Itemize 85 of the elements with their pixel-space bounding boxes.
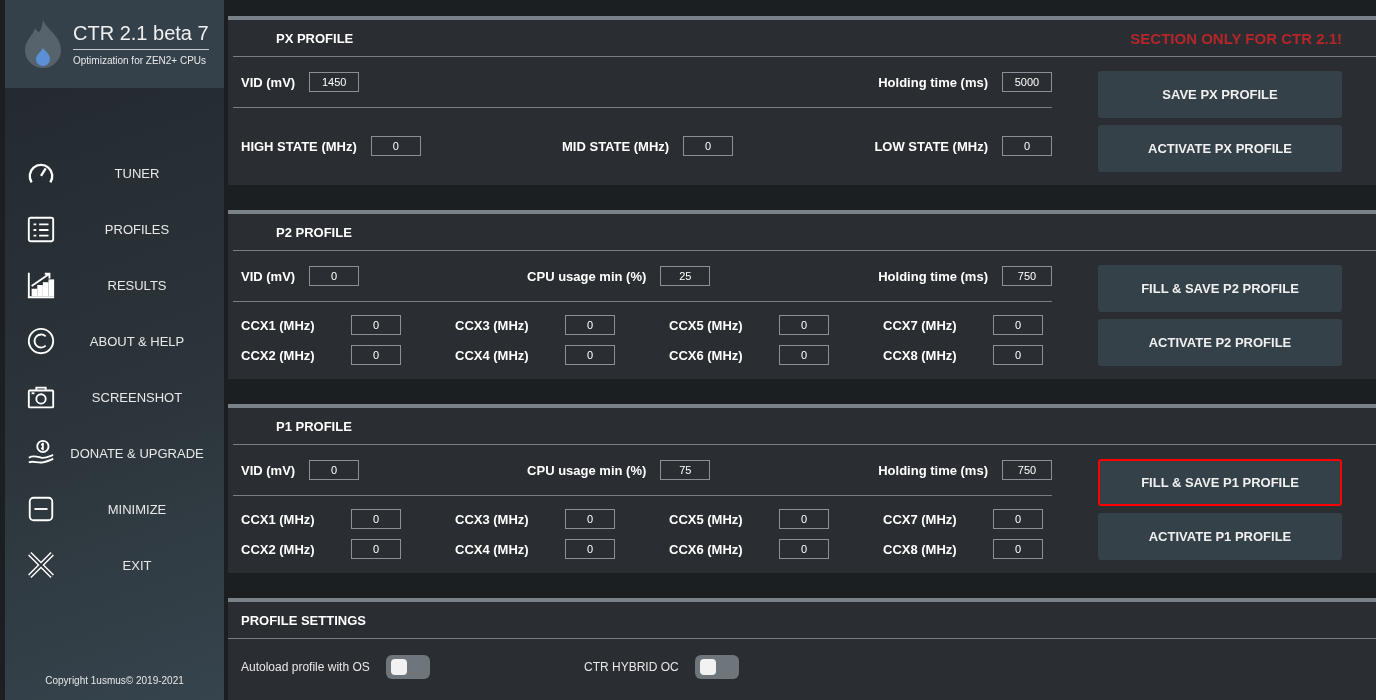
input-field[interactable]: 0 [351, 539, 401, 559]
field-label: VID (mV) [241, 74, 296, 90]
panel-title: PROFILE SETTINGS [241, 612, 366, 628]
input-field[interactable]: 0 [565, 345, 615, 365]
close-icon [26, 550, 56, 580]
panel-title: P1 PROFILE [276, 418, 352, 434]
toggle-switch[interactable] [385, 655, 430, 679]
app-subtitle: Optimization for ZEN2+ CPUs [73, 55, 208, 66]
input-field[interactable]: 0 [351, 509, 401, 529]
field-label: CPU usage min (%) [527, 268, 647, 284]
input-field[interactable]: 0 [993, 509, 1043, 529]
field-label: CPU usage min (%) [527, 462, 647, 478]
input-field[interactable]: 0 [370, 136, 421, 156]
field-label: CCX8 (MHz) [883, 541, 957, 557]
input-field[interactable]: 0 [779, 539, 829, 559]
bar-chart-icon [26, 270, 56, 300]
input-field[interactable]: 0 [683, 136, 734, 156]
sidebar-item[interactable]: DONATE & UPGRADE [5, 425, 224, 481]
input-field[interactable]: 0 [309, 266, 360, 286]
toggle-switch[interactable] [694, 655, 739, 679]
list-icon [26, 214, 56, 244]
input-field[interactable]: 0 [993, 345, 1043, 365]
field-label: MID STATE (MHz) [562, 138, 670, 154]
input-field[interactable]: 750 [1002, 460, 1052, 480]
field-label: VID (mV) [241, 268, 296, 284]
profile-button[interactable]: ACTIVATE PX PROFILE [1098, 125, 1342, 172]
sidebar-item[interactable]: PROFILES [5, 201, 224, 257]
field-label: CCX1 (MHz) [241, 511, 315, 527]
field-label: Holding time (ms) [878, 462, 988, 478]
input-field[interactable]: 0 [993, 315, 1043, 335]
field-label: CCX5 (MHz) [669, 511, 743, 527]
input-field[interactable]: 0 [351, 345, 401, 365]
sidebar-item[interactable]: RESULTS [5, 257, 224, 313]
copyright-icon [26, 326, 56, 356]
input-field[interactable]: 0 [565, 509, 615, 529]
field-label: CCX2 (MHz) [241, 541, 315, 557]
profile-button[interactable]: FILL & SAVE P1 PROFILE [1098, 459, 1342, 506]
input-field[interactable]: 0 [779, 345, 829, 365]
input-field[interactable]: 750 [1002, 266, 1052, 286]
field-label: CCX4 (MHz) [455, 347, 529, 363]
sidebar-item[interactable]: TUNER [5, 145, 224, 201]
profile-button[interactable]: SAVE PX PROFILE [1098, 71, 1342, 118]
panel-title: PX PROFILE [276, 30, 354, 46]
field-label: HIGH STATE (MHz) [241, 138, 357, 154]
input-field[interactable]: 0 [309, 460, 360, 480]
field-label: Holding time (ms) [878, 74, 988, 90]
field-label: CCX1 (MHz) [241, 317, 315, 333]
profile-button[interactable]: FILL & SAVE P2 PROFILE [1098, 265, 1342, 312]
input-field[interactable]: 75 [660, 460, 711, 480]
profile-button[interactable]: ACTIVATE P2 PROFILE [1098, 319, 1342, 366]
toggle-label: Autoload profile with OS [241, 660, 370, 674]
field-label: VID (mV) [241, 462, 296, 478]
field-label: CCX3 (MHz) [455, 317, 529, 333]
field-label: CCX7 (MHz) [883, 317, 957, 333]
field-label: CCX6 (MHz) [669, 541, 743, 557]
field-label: CCX3 (MHz) [455, 511, 529, 527]
sidebar-item[interactable]: MINIMIZE [5, 481, 224, 537]
field-label: CCX6 (MHz) [669, 347, 743, 363]
input-field[interactable]: 0 [565, 539, 615, 559]
input-field[interactable]: 5000 [1002, 72, 1052, 92]
input-field[interactable]: 1450 [309, 72, 360, 92]
panel-title: P2 PROFILE [276, 224, 352, 240]
sidebar-item[interactable]: EXIT [5, 537, 224, 593]
field-label: CCX4 (MHz) [455, 541, 529, 557]
field-label: CCX8 (MHz) [883, 347, 957, 363]
copyright-text: Copyright 1usmus© 2019-2021 [44, 675, 185, 686]
sidebar-item[interactable]: ABOUT & HELP [5, 313, 224, 369]
input-field[interactable]: 0 [779, 315, 829, 335]
input-field[interactable]: 0 [1002, 136, 1052, 156]
toggle-label: CTR HYBRID OC [584, 660, 679, 674]
input-field[interactable]: 0 [565, 315, 615, 335]
input-field[interactable]: 0 [779, 509, 829, 529]
minimize-icon [26, 494, 56, 524]
field-label: CCX7 (MHz) [883, 511, 957, 527]
field-label: Holding time (ms) [878, 268, 988, 284]
profile-button[interactable]: ACTIVATE P1 PROFILE [1098, 513, 1342, 560]
input-field[interactable]: 0 [351, 315, 401, 335]
warning-text: SECTION ONLY FOR CTR 2.1! [1130, 29, 1342, 47]
sidebar-item[interactable]: SCREENSHOT [5, 369, 224, 425]
input-field[interactable]: 0 [993, 539, 1043, 559]
input-field[interactable]: 25 [660, 266, 711, 286]
field-label: CCX2 (MHz) [241, 347, 315, 363]
field-label: LOW STATE (MHz) [874, 138, 988, 154]
app-title: CTR 2.1 beta 7 [73, 22, 209, 50]
field-label: CCX5 (MHz) [669, 317, 743, 333]
